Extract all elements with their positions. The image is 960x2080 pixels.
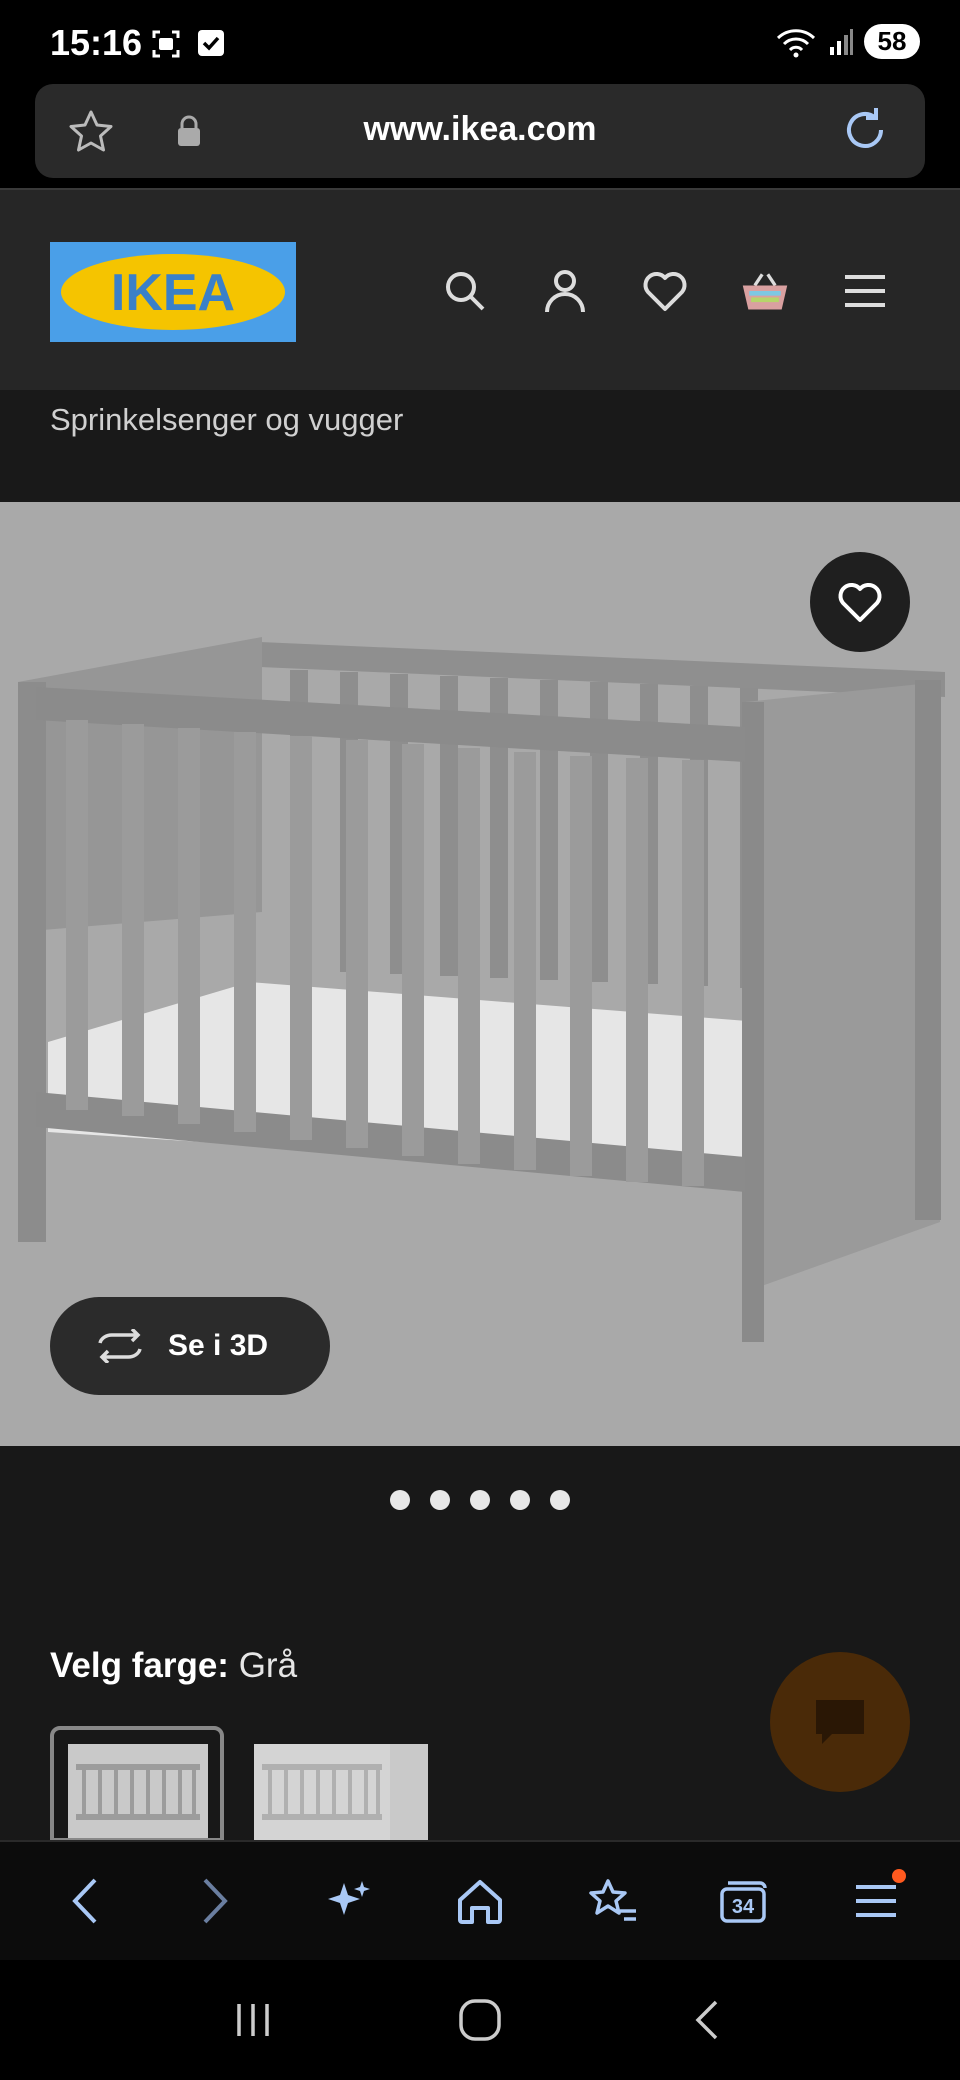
heart-icon [643, 272, 687, 311]
carousel-dot[interactable] [430, 1490, 450, 1510]
status-right: 58 [774, 24, 920, 59]
breadcrumb-area: Sprinkelsenger og vugger [0, 390, 960, 502]
notification-dot [892, 1869, 906, 1883]
view-3d-button[interactable]: Se i 3D [50, 1297, 330, 1395]
recent-apps-icon [237, 2004, 270, 2036]
battery-indicator: 58 [864, 24, 920, 59]
carousel-dot[interactable] [510, 1490, 530, 1510]
hamburger-menu-icon [856, 1885, 896, 1917]
back-button[interactable] [44, 1861, 124, 1941]
signal-icon [830, 28, 853, 55]
carousel-indicator-area [0, 1446, 960, 1596]
reload-icon[interactable] [839, 104, 891, 156]
shopping-basket-icon [742, 273, 788, 310]
url-text[interactable]: www.ikea.com [35, 110, 925, 149]
wifi-icon [776, 28, 816, 57]
header-nav-icons [440, 266, 890, 316]
site-header: IKEA [0, 188, 960, 390]
bookmarks-button[interactable] [572, 1861, 652, 1941]
home-button[interactable] [440, 1861, 520, 1941]
system-back-button[interactable] [667, 1980, 747, 2060]
status-time: 15:16 [50, 22, 143, 63]
star-list-icon [589, 1879, 636, 1921]
tabs-count: 34 [732, 1896, 755, 1918]
carousel-dot[interactable] [470, 1490, 490, 1510]
chat-button[interactable] [770, 1652, 910, 1792]
product-image[interactable]: Se i 3D [0, 502, 960, 1446]
cart-button[interactable] [740, 266, 790, 316]
home-circle-icon [459, 1999, 501, 2041]
status-notification-icons [150, 28, 226, 60]
heart-icon [838, 583, 882, 622]
screenshot-icon [152, 30, 180, 58]
tabs-icon: 34 [720, 1881, 767, 1923]
ai-assistant-button[interactable] [308, 1861, 388, 1941]
carousel-dot[interactable] [550, 1490, 570, 1510]
carousel-dot[interactable] [390, 1490, 410, 1510]
tabs-button[interactable]: 34 [704, 1861, 784, 1941]
carousel-dots [0, 1490, 960, 1510]
hamburger-menu-icon [845, 275, 885, 307]
ikea-logo[interactable]: IKEA [50, 242, 296, 342]
search-icon [446, 272, 485, 311]
chevron-left-icon [72, 1878, 97, 1924]
search-button[interactable] [440, 266, 490, 316]
favorites-button[interactable] [640, 266, 690, 316]
browser-menu-button[interactable] [836, 1861, 916, 1941]
color-value: Grå [238, 1646, 298, 1685]
back-arrow-icon [695, 2000, 717, 2040]
rotate-3d-icon [98, 1329, 142, 1363]
sparkle-icon [328, 1881, 370, 1915]
home-icon [458, 1880, 502, 1924]
user-icon [545, 270, 585, 313]
checkbox-notification-icon [198, 30, 224, 56]
forward-button[interactable] [176, 1861, 256, 1941]
view-3d-label: Se i 3D [168, 1329, 269, 1362]
color-swatch[interactable] [254, 1726, 428, 1842]
color-label: Velg farge: Grå [50, 1646, 297, 1686]
status-bar: 15:16 58 [0, 0, 960, 84]
system-navigation-bar [0, 1960, 960, 2080]
color-label-title: Velg farge: [50, 1646, 229, 1685]
ikea-logo-text: IKEA [111, 264, 235, 322]
browser-toolbar: 34 [0, 1840, 960, 1960]
system-home-button[interactable] [440, 1980, 520, 2060]
menu-button[interactable] [840, 266, 890, 316]
favorite-button[interactable] [810, 552, 910, 652]
chevron-right-icon [203, 1878, 228, 1924]
recent-apps-button[interactable] [213, 1980, 293, 2060]
color-swatch-selected[interactable] [50, 1726, 224, 1842]
swatch-thumbnail [68, 1744, 208, 1838]
breadcrumb[interactable]: Sprinkelsenger og vugger [50, 402, 403, 438]
url-bar[interactable]: www.ikea.com [35, 84, 925, 178]
account-button[interactable] [540, 266, 590, 316]
chat-icon [816, 1700, 864, 1744]
swatch-thumbnail [254, 1744, 428, 1842]
